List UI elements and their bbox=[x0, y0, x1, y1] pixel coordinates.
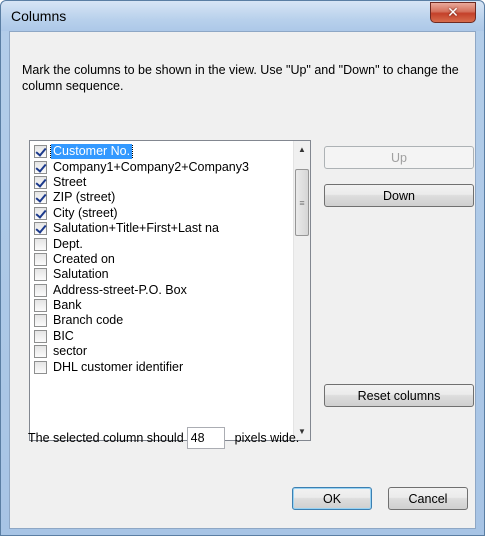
close-icon: ✕ bbox=[447, 4, 459, 20]
column-label: Branch code bbox=[53, 313, 124, 328]
columns-listbox[interactable]: Customer No. Company1+Company2+Company3 St… bbox=[29, 140, 311, 441]
column-label: City (street) bbox=[53, 205, 118, 220]
column-checkbox[interactable] bbox=[34, 252, 47, 266]
column-list-item[interactable]: Address-street-P.O. Box bbox=[30, 283, 293, 298]
column-checkbox[interactable] bbox=[34, 237, 47, 251]
column-checkbox[interactable] bbox=[34, 191, 47, 205]
column-list-item[interactable]: Dept. bbox=[30, 236, 293, 251]
columns-dialog: Columns ✕ Mark the columns to be shown i… bbox=[0, 0, 485, 536]
width-label-suffix: pixels wide. bbox=[234, 431, 300, 445]
column-list-item[interactable]: Branch code bbox=[30, 313, 293, 328]
title-bar: Columns ✕ bbox=[1, 1, 484, 31]
column-list-item[interactable]: Created on bbox=[30, 252, 293, 267]
reset-columns-button[interactable]: Reset columns bbox=[324, 384, 474, 407]
column-list-item[interactable]: BIC bbox=[30, 329, 293, 344]
width-label-prefix: The selected column should bbox=[28, 431, 184, 445]
cancel-button[interactable]: Cancel bbox=[388, 487, 468, 510]
listbox-scrollbar[interactable]: ▲ ≡ ▼ bbox=[293, 141, 310, 440]
up-button[interactable]: Up bbox=[324, 146, 474, 169]
column-list-item[interactable]: Street bbox=[30, 175, 293, 190]
column-list-item[interactable]: ZIP (street) bbox=[30, 190, 293, 205]
column-checkbox[interactable] bbox=[34, 145, 47, 159]
column-label: Dept. bbox=[53, 236, 83, 251]
column-label: Street bbox=[53, 174, 87, 189]
dialog-client-area: Mark the columns to be shown in the view… bbox=[9, 31, 476, 529]
column-checkbox[interactable] bbox=[34, 360, 47, 374]
column-list-item[interactable]: Company1+Company2+Company3 bbox=[30, 159, 293, 174]
column-checkbox[interactable] bbox=[34, 160, 47, 174]
column-label: DHL customer identifier bbox=[53, 359, 184, 374]
column-list-item[interactable]: Customer No. bbox=[30, 144, 293, 160]
columns-list: Customer No. Company1+Company2+Company3 St… bbox=[30, 144, 293, 375]
down-button[interactable]: Down bbox=[324, 184, 474, 207]
column-checkbox[interactable] bbox=[34, 345, 47, 359]
window-title: Columns bbox=[11, 8, 67, 24]
close-button[interactable]: ✕ bbox=[430, 2, 476, 23]
column-label: Bank bbox=[53, 298, 82, 313]
column-label: BIC bbox=[53, 328, 74, 343]
column-list-item[interactable]: DHL customer identifier bbox=[30, 359, 293, 374]
column-label: Customer No. bbox=[49, 144, 134, 160]
column-list-item[interactable]: City (street) bbox=[30, 206, 293, 221]
column-label: Address-street-P.O. Box bbox=[53, 282, 187, 297]
column-label: Created on bbox=[53, 251, 115, 266]
column-checkbox[interactable] bbox=[34, 268, 47, 282]
column-label: Salutation+Title+First+Last na bbox=[53, 221, 219, 236]
instructions-text: Mark the columns to be shown in the view… bbox=[22, 63, 459, 93]
column-checkbox[interactable] bbox=[34, 175, 47, 189]
column-label: Company1+Company2+Company3 bbox=[53, 159, 249, 174]
column-checkbox[interactable] bbox=[34, 222, 47, 236]
column-list-item[interactable]: Salutation bbox=[30, 267, 293, 282]
column-width-input[interactable] bbox=[186, 427, 225, 449]
column-checkbox[interactable] bbox=[34, 314, 47, 328]
scrollbar-thumb[interactable]: ≡ bbox=[295, 169, 309, 236]
column-label: ZIP (street) bbox=[53, 190, 116, 205]
scroll-up-arrow-icon[interactable]: ▲ bbox=[294, 141, 310, 158]
column-width-row: The selected column should pixels wide. bbox=[28, 426, 299, 450]
column-list-item[interactable]: Salutation+Title+First+Last na bbox=[30, 221, 293, 236]
column-checkbox[interactable] bbox=[34, 206, 47, 220]
column-label: Salutation bbox=[53, 267, 109, 282]
ok-button[interactable]: OK bbox=[292, 487, 372, 510]
column-list-item[interactable]: Bank bbox=[30, 298, 293, 313]
column-label: sector bbox=[53, 344, 88, 359]
column-list-item[interactable]: sector bbox=[30, 344, 293, 359]
column-checkbox[interactable] bbox=[34, 329, 47, 343]
column-checkbox[interactable] bbox=[34, 299, 47, 313]
column-checkbox[interactable] bbox=[34, 283, 47, 297]
